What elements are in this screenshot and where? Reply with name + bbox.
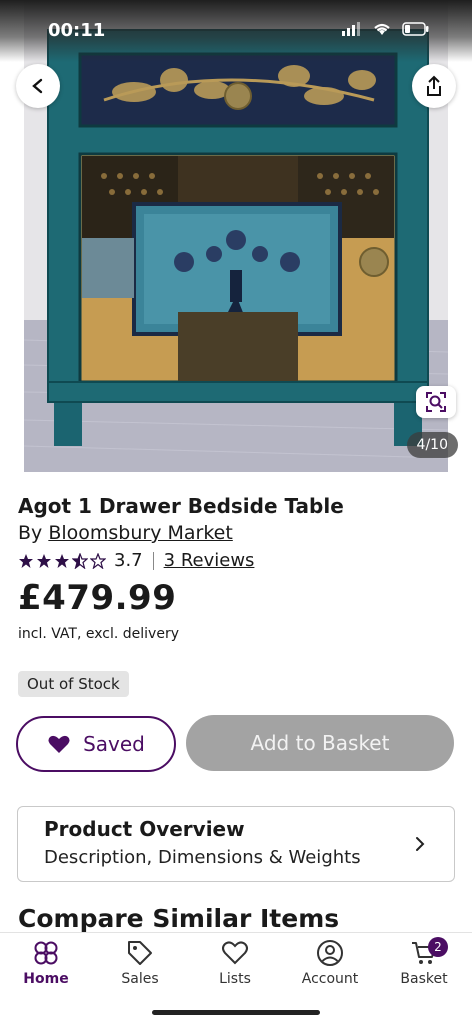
signal-icon	[342, 22, 360, 36]
visual-search-button[interactable]	[416, 386, 456, 418]
add-to-basket-button[interactable]: Add to Basket	[186, 715, 454, 771]
account-icon	[317, 940, 343, 966]
overview-subtitle: Description, Dimensions & Weights	[44, 847, 361, 868]
visual-search-icon	[426, 392, 446, 412]
share-button[interactable]	[412, 64, 456, 108]
rating-value: 3.7	[114, 550, 143, 571]
brand-line: By Bloomsbury Market	[18, 522, 233, 544]
stock-badge: Out of Stock	[18, 671, 129, 697]
reviews-link[interactable]: 3 Reviews	[164, 550, 255, 571]
product-image[interactable]	[24, 0, 448, 472]
tag-icon	[128, 941, 152, 965]
rating-row: 3.7 3 Reviews	[18, 550, 254, 571]
saved-label: Saved	[83, 732, 145, 756]
compare-heading: Compare Similar Items	[18, 904, 340, 933]
nav-basket[interactable]: 2 Basket	[384, 937, 464, 987]
nav-lists-label: Lists	[219, 971, 251, 987]
heart-filled-icon	[48, 735, 70, 753]
battery-icon	[402, 22, 429, 36]
star-half-icon	[72, 552, 88, 569]
rating-divider	[152, 551, 154, 570]
saved-button[interactable]: Saved	[16, 716, 176, 772]
nav-home-label: Home	[23, 971, 69, 987]
wifi-icon	[374, 23, 390, 35]
home-icon	[34, 941, 58, 965]
cabinet-illustration	[24, 0, 448, 472]
status-time: 00:11	[48, 20, 106, 41]
by-prefix: By	[18, 522, 43, 544]
status-icons	[342, 22, 430, 36]
product-overview-card[interactable]: Product Overview Description, Dimensions…	[17, 806, 455, 882]
heart-icon	[222, 941, 248, 965]
chevron-left-icon	[32, 78, 43, 94]
nav-sales[interactable]: Sales	[100, 939, 180, 987]
home-indicator	[152, 1010, 320, 1015]
overview-title: Product Overview	[44, 817, 245, 841]
image-counter: 4/10	[406, 432, 458, 458]
nav-account-label: Account	[301, 971, 359, 987]
star-full-icon	[19, 553, 33, 568]
brand-link[interactable]: Bloomsbury Market	[48, 522, 232, 544]
nav-lists[interactable]: Lists	[195, 939, 275, 987]
star-full-icon	[55, 553, 69, 568]
vat-note: incl. VAT, excl. delivery	[18, 626, 179, 642]
rating-stars	[18, 552, 106, 569]
nav-home[interactable]: Home	[6, 939, 86, 987]
nav-basket-label: Basket	[400, 971, 448, 987]
product-title: Agot 1 Drawer Bedside Table	[18, 494, 344, 518]
nav-sales-label: Sales	[121, 971, 159, 987]
nav-account[interactable]: Account	[290, 939, 370, 987]
star-full-icon	[37, 553, 51, 568]
price: £479.99	[18, 578, 177, 618]
chevron-right-icon	[416, 837, 425, 851]
share-icon	[427, 75, 441, 96]
status-bar: 00:11	[0, 0, 472, 62]
back-button[interactable]	[16, 64, 60, 108]
basket-badge: 2	[428, 937, 448, 957]
star-empty-icon	[90, 552, 106, 569]
